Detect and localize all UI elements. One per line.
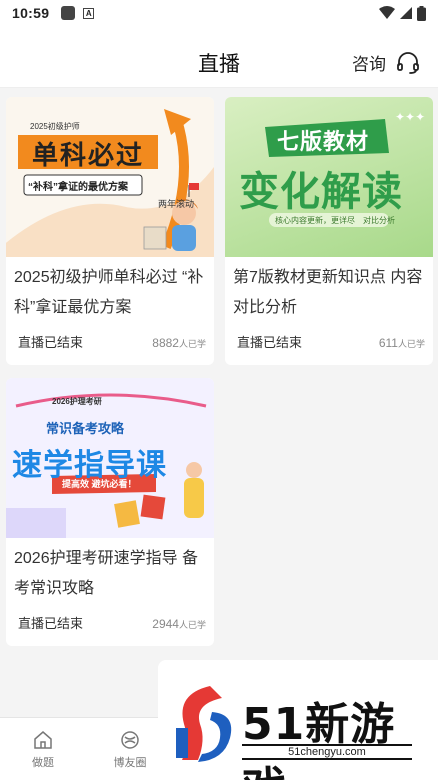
course-poster: 2026护理考研 常识备考攻略 速学指导课 提高效 避坑必看！ [6,378,214,538]
svg-text:✦✦✦: ✦✦✦ [395,110,425,124]
learner-count-suffix: 人已学 [397,339,425,349]
community-icon [121,731,139,749]
consult-button[interactable]: 咨询 [352,50,420,75]
notification-icon [61,6,76,20]
wifi-icon [379,6,395,19]
battery-icon [417,5,426,21]
live-status: 直播已结束 [18,616,84,631]
learner-count: 2944人已学 [152,617,206,631]
learner-count-suffix: 人已学 [178,339,206,349]
course-title[interactable]: 2026护理考研速学指导 备考常识攻略 [14,544,208,604]
live-status: 直播已结束 [18,335,84,350]
learner-count-suffix: 人已学 [178,620,206,630]
course-card[interactable]: ✦✦✦ 七版教材 变化解读 核心内容更新，更详尽 对比分析 第7版教材更新知识点… [225,97,433,365]
course-poster: 2025初级护师 单科必过 “补科”拿证的最优方案 两年滚动 [6,97,214,257]
course-card[interactable]: 2026护理考研 常识备考攻略 速学指导课 提高效 避坑必看！ 2026护理考研… [6,378,214,646]
signal-icon [400,7,412,19]
poster-badge-text: 常识备考攻略 [46,421,125,436]
course-title[interactable]: 第7版教材更新知识点 内容对比分析 [233,263,427,323]
tab-practice-label: 做题 [32,757,54,769]
course-card[interactable]: 2025初级护师 单科必过 “补科”拿证的最优方案 两年滚动 2025初级护师单… [6,97,214,365]
page-header: 直播 咨询 [0,26,438,88]
learner-count-value: 611 [378,336,398,350]
home-icon [34,731,52,749]
watermark-name: 51新游戏 [242,699,396,780]
course-poster: ✦✦✦ 七版教材 变化解读 核心内容更新，更详尽 对比分析 [225,97,433,257]
status-bar: 10:59 A [0,0,438,26]
status-time: 10:59 [12,5,50,21]
poster-main-text: 变化解读 [239,170,403,214]
watermark-url: 51chengyu.com [242,744,412,760]
poster-sub-text: “补科”拿证的最优方案 [28,182,128,193]
poster-top-text: 2026护理考研 [52,397,102,406]
learner-count-value: 8882 [152,336,179,350]
tab-community-label: 博友圈 [113,757,147,769]
tab-practice[interactable]: 做题 [13,730,73,770]
poster-side-text: 两年滚动 [158,199,195,209]
watermark: 51新游戏 51chengyu.com [158,660,438,780]
app-notification-icon: A [83,7,95,19]
learner-count: 611人已学 [379,336,425,350]
course-title[interactable]: 2025初级护师单科必过 “补科”拿证最优方案 [14,263,208,323]
poster-sub-text: 提高效 避坑必看！ [62,479,137,489]
learner-count: 8882人已学 [152,336,206,350]
poster-sub-text: 核心内容更新，更详尽 对比分析 [275,216,395,225]
watermark-logo [176,686,232,762]
poster-top-text: 七版教材 [277,129,370,154]
headset-icon [397,51,419,74]
live-status: 直播已结束 [237,335,303,350]
poster-top-text: 2025初级护师 [30,122,80,131]
poster-main-text: 单科必过 [32,140,145,170]
learner-count-value: 2944 [152,617,179,631]
consult-label: 咨询 [352,55,386,74]
tab-community[interactable]: 博友圈 [100,730,160,770]
